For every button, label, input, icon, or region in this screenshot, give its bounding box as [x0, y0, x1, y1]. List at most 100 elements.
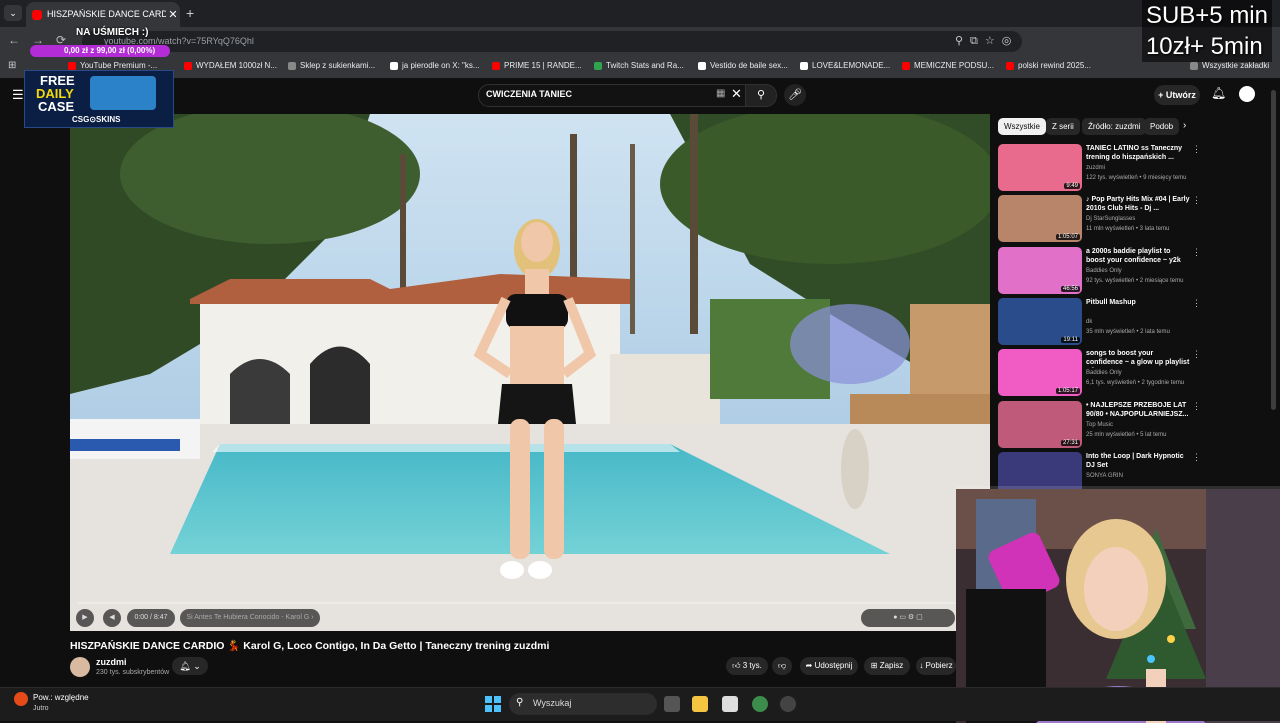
more-options-icon[interactable]: ⋮ — [1192, 349, 1201, 360]
recommendation-channel[interactable]: Dj StarSunglasses — [1086, 216, 1135, 222]
recommendation-thumbnail[interactable]: 27:31 — [998, 400, 1082, 448]
recommendation-channel[interactable]: zuzdmi — [1086, 165, 1105, 171]
player-right-controls[interactable]: ● ▭ ⚙ ▢ — [861, 609, 955, 627]
close-tab-icon[interactable]: ✕ — [166, 8, 180, 21]
bookmark-favicon-icon — [594, 61, 602, 70]
clear-search-icon[interactable]: ✕ — [731, 86, 742, 102]
recommendation-title[interactable]: Pitbull Mashup — [1086, 298, 1190, 307]
more-options-icon[interactable]: ⋮ — [1192, 144, 1201, 155]
filter-chip[interactable]: Podob — [1144, 118, 1180, 135]
tab-search-button[interactable]: ⌄ — [4, 5, 22, 21]
recommendation-item[interactable]: 9:49 TANIEC LATINO ss Taneczny trening do… — [998, 144, 1201, 194]
weather-icon[interactable] — [14, 692, 28, 706]
recommendation-meta: 6,1 tys. wyświetleń • 2 tygodnie temu — [1086, 380, 1185, 387]
bookmark-item[interactable]: Sklep z sukienkami... — [288, 61, 375, 70]
recommendation-title[interactable]: • NAJLEPSZE PRZEBOJE LAT 90/80 • NAJPOPU… — [1086, 401, 1190, 419]
subscription-bell-button[interactable]: 🔔︎ ⌄ — [172, 657, 208, 675]
bookmark-favicon-icon — [800, 61, 808, 70]
bookmark-item[interactable]: MEMICZNE PODSU... — [902, 61, 994, 70]
file-explorer-icon[interactable] — [692, 696, 708, 712]
search-query[interactable]: CWICZENIA TANIEC — [486, 89, 572, 99]
bookmark-item[interactable]: WYDAŁEM 1000zł N... — [184, 61, 277, 70]
recommendation-thumbnail[interactable]: 19:11 — [998, 297, 1082, 345]
bookmark-favicon-icon — [184, 61, 192, 70]
account-avatar[interactable] — [1239, 86, 1255, 102]
address-bar-icons[interactable]: ⚲⧉☆◎ — [955, 34, 1018, 48]
recommendation-item[interactable]: 19:11 Pitbull Mashup dk 35 mln wyświetleń •… — [998, 297, 1201, 348]
recommendation-item[interactable]: 1:05:17 songs to boost your confidence ~ … — [998, 349, 1201, 399]
chrome-icon[interactable] — [752, 696, 768, 712]
recommendation-item[interactable]: 1:05:07 ♪ Pop Party Hits Mix #04 | Early … — [998, 195, 1201, 245]
chips-next-icon[interactable]: › — [1183, 120, 1186, 131]
hamburger-menu-icon[interactable]: ☰ — [12, 87, 24, 103]
download-button[interactable]: ↓ Pobierz — [916, 657, 956, 675]
keyboard-icon[interactable]: ▦ — [716, 88, 725, 99]
filter-chip[interactable]: Wszystkie — [998, 118, 1046, 135]
bookmark-item[interactable]: LOVE&LEMONADE... — [800, 61, 890, 70]
store-icon[interactable] — [722, 696, 738, 712]
windows-start-icon[interactable] — [485, 696, 501, 712]
browser-tab[interactable]: HISZPAŃSKIE DANCE CARDIO 💃 ✕ — [26, 2, 180, 27]
share-button[interactable]: ➦ Udostępnij — [800, 657, 858, 675]
more-options-icon[interactable]: ⋮ — [1192, 298, 1201, 309]
recommendation-title[interactable]: a 2000s baddie playlist to boost your co… — [1086, 247, 1190, 266]
video-progress-bar[interactable] — [78, 602, 956, 604]
weather-day: Jutro — [33, 705, 49, 712]
weather-status[interactable]: Pow.: względne — [33, 693, 89, 702]
volume-icon[interactable]: ◀︎ — [103, 609, 121, 627]
filter-chip[interactable]: Źródło: zuzdmi — [1082, 118, 1147, 135]
time-display: 0:00 / 8:47 — [127, 609, 175, 627]
duration-badge: 27:31 — [1060, 439, 1080, 446]
sponsor-line3: CASE — [38, 99, 75, 114]
recommendation-item[interactable]: 27:31 • NAJLEPSZE PRZEBOJE LAT 90/80 • NA… — [998, 400, 1201, 451]
more-options-icon[interactable]: ⋮ — [1192, 401, 1201, 412]
bookmark-item[interactable]: Vestido de baile sex... — [698, 61, 788, 70]
recommendation-title[interactable]: TANIEC LATINO ss Taneczny trening do his… — [1086, 144, 1190, 162]
recommendation-thumbnail[interactable]: 9:49 — [998, 144, 1082, 191]
more-options-icon[interactable]: ⋮ — [1192, 195, 1201, 206]
page-scrollbar[interactable] — [1271, 90, 1276, 410]
more-options-icon[interactable]: ⋮ — [1192, 452, 1201, 463]
filter-chip[interactable]: Z serii — [1046, 118, 1080, 135]
more-options-icon[interactable]: ⋮ — [1192, 247, 1201, 258]
dislike-button[interactable]: 👎︎ — [772, 657, 792, 675]
recommendation-title[interactable]: songs to boost your confidence ~ a glow … — [1086, 349, 1190, 368]
create-button[interactable]: + Utwórz — [1154, 85, 1200, 105]
recommendation-thumbnail[interactable]: 1:05:17 — [998, 349, 1082, 397]
recommendation-title[interactable]: Into the Loop | Dark Hypnotic DJ Set — [1086, 452, 1190, 470]
taskbar-search-placeholder[interactable]: Wyszukaj — [533, 698, 571, 708]
all-bookmarks-link[interactable]: Wszystkie zakładki — [1190, 61, 1269, 70]
channel-name[interactable]: zuzdmi — [96, 657, 127, 667]
apps-grid-icon[interactable]: ⊞ — [8, 60, 16, 71]
recommendation-channel[interactable]: dk — [1086, 319, 1092, 325]
recommendation-channel[interactable]: Baddies Only — [1086, 268, 1122, 274]
voice-search-button[interactable]: 🎤︎ — [784, 84, 806, 106]
recommendation-channel[interactable]: Top Music — [1086, 422, 1113, 428]
recommendation-channel[interactable]: SONYA GRIN — [1086, 473, 1123, 479]
recommendation-thumbnail[interactable]: 46:56 — [998, 246, 1082, 294]
search-button[interactable]: ⚲ — [745, 84, 777, 107]
new-tab-button[interactable]: + — [186, 5, 194, 21]
task-view-icon[interactable] — [664, 696, 680, 712]
bookmark-favicon-icon — [390, 61, 398, 70]
like-button[interactable]: 👍︎ 3 tys. — [726, 657, 768, 675]
recommendation-item[interactable]: 46:56 a 2000s baddie playlist to boost yo… — [998, 246, 1201, 297]
bookmark-favicon-icon — [902, 61, 910, 70]
recommendation-thumbnail[interactable]: 1:05:07 — [998, 195, 1082, 243]
bookmark-item[interactable]: polski rewind 2025... — [1006, 61, 1091, 70]
recommendation-title[interactable]: ♪ Pop Party Hits Mix #04 | Early 2010s C… — [1086, 195, 1190, 213]
bookmark-item[interactable]: ja pierodle on X: "ks... — [390, 61, 480, 70]
duration-badge: 9:49 — [1064, 183, 1080, 189]
channel-avatar[interactable] — [70, 657, 90, 677]
app-icon[interactable] — [780, 696, 796, 712]
video-player[interactable] — [70, 114, 990, 631]
bookmark-item[interactable]: PRIME 15 | RANDE... — [492, 61, 582, 70]
recommendation-channel[interactable]: Baddies Only — [1086, 370, 1122, 376]
chapter-button[interactable]: Si Antes Te Hubiera Conocido - Karol G › — [180, 609, 320, 627]
notifications-bell-icon[interactable]: 🔔︎ — [1211, 86, 1226, 100]
taskbar-search[interactable] — [509, 693, 657, 715]
bookmark-item[interactable]: YouTube Premium -... — [68, 61, 157, 70]
save-button[interactable]: ⊞ Zapisz — [864, 657, 910, 675]
bookmark-item[interactable]: Twitch Stats and Ra... — [594, 61, 684, 70]
play-button[interactable]: ▶ — [76, 609, 94, 627]
